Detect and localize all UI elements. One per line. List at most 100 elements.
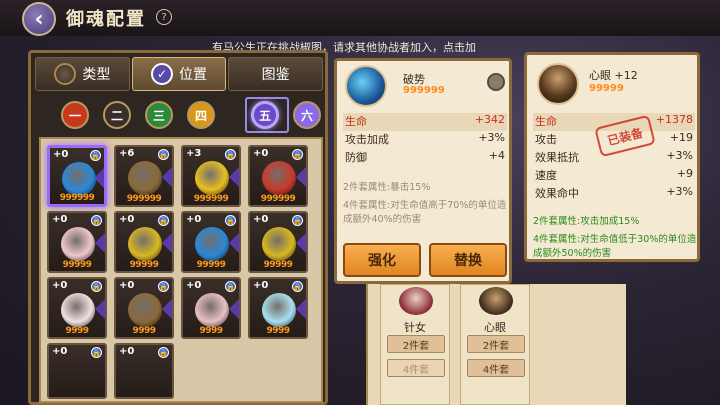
- slot-2-label: 二: [110, 108, 123, 123]
- soul-card[interactable]: +0 🔒 99999: [181, 211, 241, 273]
- stat-row: 速度 +9: [533, 167, 695, 185]
- soul-card[interactable]: +3 🔒 999999: [181, 145, 241, 207]
- lock-icon: 🔒: [91, 281, 102, 292]
- set-2-text: 2件套属性:攻击加成15%: [533, 216, 640, 227]
- lock-icon: 🔒: [225, 281, 236, 292]
- card-level: +0: [119, 346, 135, 357]
- slot-1[interactable]: 一: [61, 101, 89, 129]
- soul-portrait: [195, 161, 229, 195]
- back-arrow-icon[interactable]: ‹: [22, 2, 56, 36]
- slot-5-label: 五: [258, 108, 271, 123]
- set-2-button[interactable]: 2件套: [467, 335, 525, 353]
- soul-avatar: [345, 65, 387, 107]
- soul-portrait: [128, 293, 162, 327]
- slot-1-label: 一: [68, 108, 81, 123]
- lock-icon: 🔒: [158, 215, 169, 226]
- replace-button[interactable]: 替换: [429, 243, 507, 277]
- soul-portrait: [61, 293, 95, 327]
- soul-detail-card: 破势 999999 生命 +342 攻击加成 +3% 防御 +4 2件套属性:暴…: [334, 58, 512, 284]
- set-4-button[interactable]: 4件套: [387, 359, 445, 377]
- shikigami-portrait: [479, 287, 513, 315]
- lock-icon: 🔒: [225, 149, 236, 160]
- set-2-button[interactable]: 2件套: [387, 335, 445, 353]
- rarity-marker: [95, 299, 105, 319]
- tab-position[interactable]: ✓ 位置: [131, 57, 227, 91]
- stat-table: 生命 +342 攻击加成 +3% 防御 +4: [343, 113, 507, 167]
- soul-card[interactable]: +0 🔒: [114, 343, 174, 399]
- soul-card[interactable]: +0 🔒 99999: [114, 211, 174, 273]
- card-level: +0: [52, 346, 68, 357]
- card-stars: 9999: [199, 326, 223, 336]
- slot-6[interactable]: 六: [293, 101, 321, 129]
- team-member[interactable]: 针女 2件套 4件套: [380, 284, 450, 405]
- lock-icon: 🔒: [90, 150, 101, 161]
- stat-value: +3%: [666, 185, 693, 198]
- stat-label: 速度: [535, 169, 557, 182]
- stat-value: +19: [669, 131, 693, 144]
- card-level: +3: [186, 148, 202, 159]
- slot-5[interactable]: 五: [251, 101, 279, 129]
- soul-card[interactable]: +0 🔒 9999: [114, 277, 174, 339]
- set-bonus-text: 2件套属性:攻击加成15% 4件套属性:对生命值低于30%的单位造成额外50%的…: [533, 215, 699, 261]
- team-member[interactable]: 心眼 2件套 4件套: [460, 284, 530, 405]
- lock-icon: 🔒: [225, 215, 236, 226]
- type-icon: [54, 63, 77, 85]
- tab-bar: 类型 ✓ 位置 图鉴: [35, 57, 324, 97]
- lock-icon: 🔒: [292, 281, 303, 292]
- soul-card[interactable]: +0 🔒 99999: [248, 211, 308, 273]
- card-stars: 99999: [129, 260, 159, 270]
- stat-row: 防御 +4: [343, 149, 507, 167]
- check-icon: ✓: [151, 63, 173, 85]
- gear-icon[interactable]: [487, 73, 505, 91]
- slot-3[interactable]: 三: [145, 101, 173, 129]
- soul-card[interactable]: +0 🔒 999999: [248, 145, 308, 207]
- stat-label: 攻击加成: [345, 133, 389, 146]
- soul-portrait: [262, 227, 296, 261]
- rarity-marker: [229, 299, 239, 319]
- soul-portrait: [195, 227, 229, 261]
- card-level: +0: [119, 280, 135, 291]
- tab-type[interactable]: 类型: [35, 57, 130, 91]
- soul-stars: 999999: [403, 85, 445, 96]
- soul-card[interactable]: +0 🔒 9999: [181, 277, 241, 339]
- card-level: +6: [119, 148, 135, 159]
- soul-card[interactable]: +6 🔒 999999: [114, 145, 174, 207]
- card-stars: 999999: [126, 194, 162, 204]
- soul-card[interactable]: +0 🔒 999999: [47, 145, 107, 207]
- card-stars: 9999: [65, 326, 89, 336]
- soul-card[interactable]: +0 🔒 99999: [47, 211, 107, 273]
- slot-6-label: 六: [300, 108, 313, 123]
- team-area: 针女 2件套 4件套 心眼 2件套 4件套: [366, 284, 626, 405]
- lock-icon: 🔒: [292, 149, 303, 160]
- slot-2[interactable]: 二: [103, 101, 131, 129]
- slot-4[interactable]: 四: [187, 101, 215, 129]
- slot-4-label: 四: [194, 108, 207, 123]
- rarity-marker: [296, 167, 306, 187]
- card-level: +0: [186, 214, 202, 225]
- card-level: +0: [186, 280, 202, 291]
- set-4-button[interactable]: 4件套: [467, 359, 525, 377]
- card-stars: 999999: [193, 194, 229, 204]
- soul-card[interactable]: +0 🔒: [47, 343, 107, 399]
- soul-portrait: [128, 161, 162, 195]
- stat-value: +3%: [478, 131, 505, 144]
- stat-label: 防御: [345, 151, 367, 164]
- lock-icon: 🔒: [158, 149, 169, 160]
- soul-grid: +0 🔒 999999 +6 🔒 999999 +3 🔒 999999 +0 🔒…: [39, 137, 323, 403]
- stat-row: 攻击加成 +3%: [343, 131, 507, 149]
- soul-card[interactable]: +0 🔒 9999: [47, 277, 107, 339]
- set-4-text: 4件套属性:对生命值低于30%的单位造成额外50%的伤害: [533, 234, 697, 259]
- lock-icon: 🔒: [292, 215, 303, 226]
- rarity-marker: [296, 233, 306, 253]
- card-level: +0: [253, 280, 269, 291]
- help-icon[interactable]: ?: [156, 9, 172, 25]
- soul-list-panel: 类型 ✓ 位置 图鉴 一 二 三 四 五 六 +0 🔒 999999 +6 🔒: [28, 50, 328, 405]
- card-level: +0: [253, 148, 269, 159]
- upgrade-button[interactable]: 强化: [343, 243, 421, 277]
- stat-label: 生命: [535, 115, 557, 128]
- rarity-marker: [162, 299, 172, 319]
- soul-card[interactable]: +0 🔒 9999: [248, 277, 308, 339]
- tab-catalog[interactable]: 图鉴: [228, 57, 324, 91]
- stat-label: 效果抵抗: [535, 151, 579, 164]
- rarity-marker: [229, 233, 239, 253]
